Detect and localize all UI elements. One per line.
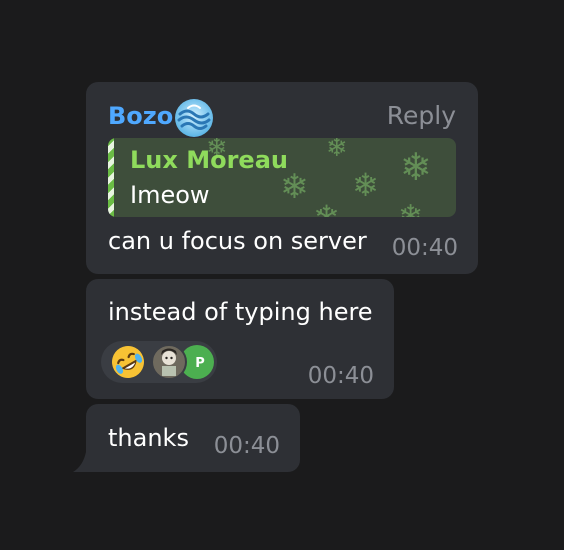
- quote-author: Lux Moreau: [130, 146, 288, 174]
- svg-text:❄: ❄: [326, 138, 348, 163]
- message-bubble[interactable]: thanks 00:40: [86, 404, 300, 472]
- bubble-tail: [73, 448, 87, 472]
- quote-text: Imeow: [130, 181, 210, 209]
- message-bubble[interactable]: instead of typing here P 00:40: [86, 279, 394, 399]
- message-bubble[interactable]: Bozo Reply ❄ ❄ ❄ ❄ ❄ ❄ ❄ Lux Moreau Imeo…: [86, 82, 478, 274]
- quoted-message[interactable]: ❄ ❄ ❄ ❄ ❄ ❄ ❄ Lux Moreau Imeow: [108, 138, 456, 217]
- svg-text:❄: ❄: [398, 199, 423, 217]
- svg-text:P: P: [195, 356, 205, 371]
- reaction-chip[interactable]: P: [101, 341, 217, 383]
- message-text: can u focus on server: [108, 227, 367, 255]
- sender-avatar-icon[interactable]: [174, 98, 214, 138]
- chat-area: Bozo Reply ❄ ❄ ❄ ❄ ❄ ❄ ❄ Lux Moreau Imeo…: [0, 0, 564, 550]
- message-text: instead of typing here: [108, 298, 373, 326]
- message-time: 00:40: [213, 433, 280, 459]
- sender-name[interactable]: Bozo: [108, 100, 173, 132]
- message-text: thanks: [108, 424, 189, 452]
- svg-text:❄: ❄: [352, 166, 379, 204]
- reactor-avatar: [151, 344, 187, 380]
- svg-text:❄: ❄: [313, 198, 340, 217]
- rolling-on-floor-laughing-icon: [112, 346, 144, 378]
- svg-text:❄: ❄: [400, 145, 432, 189]
- message-time: 00:40: [391, 235, 458, 261]
- reply-button[interactable]: Reply: [387, 100, 456, 132]
- message-time: 00:40: [307, 363, 374, 389]
